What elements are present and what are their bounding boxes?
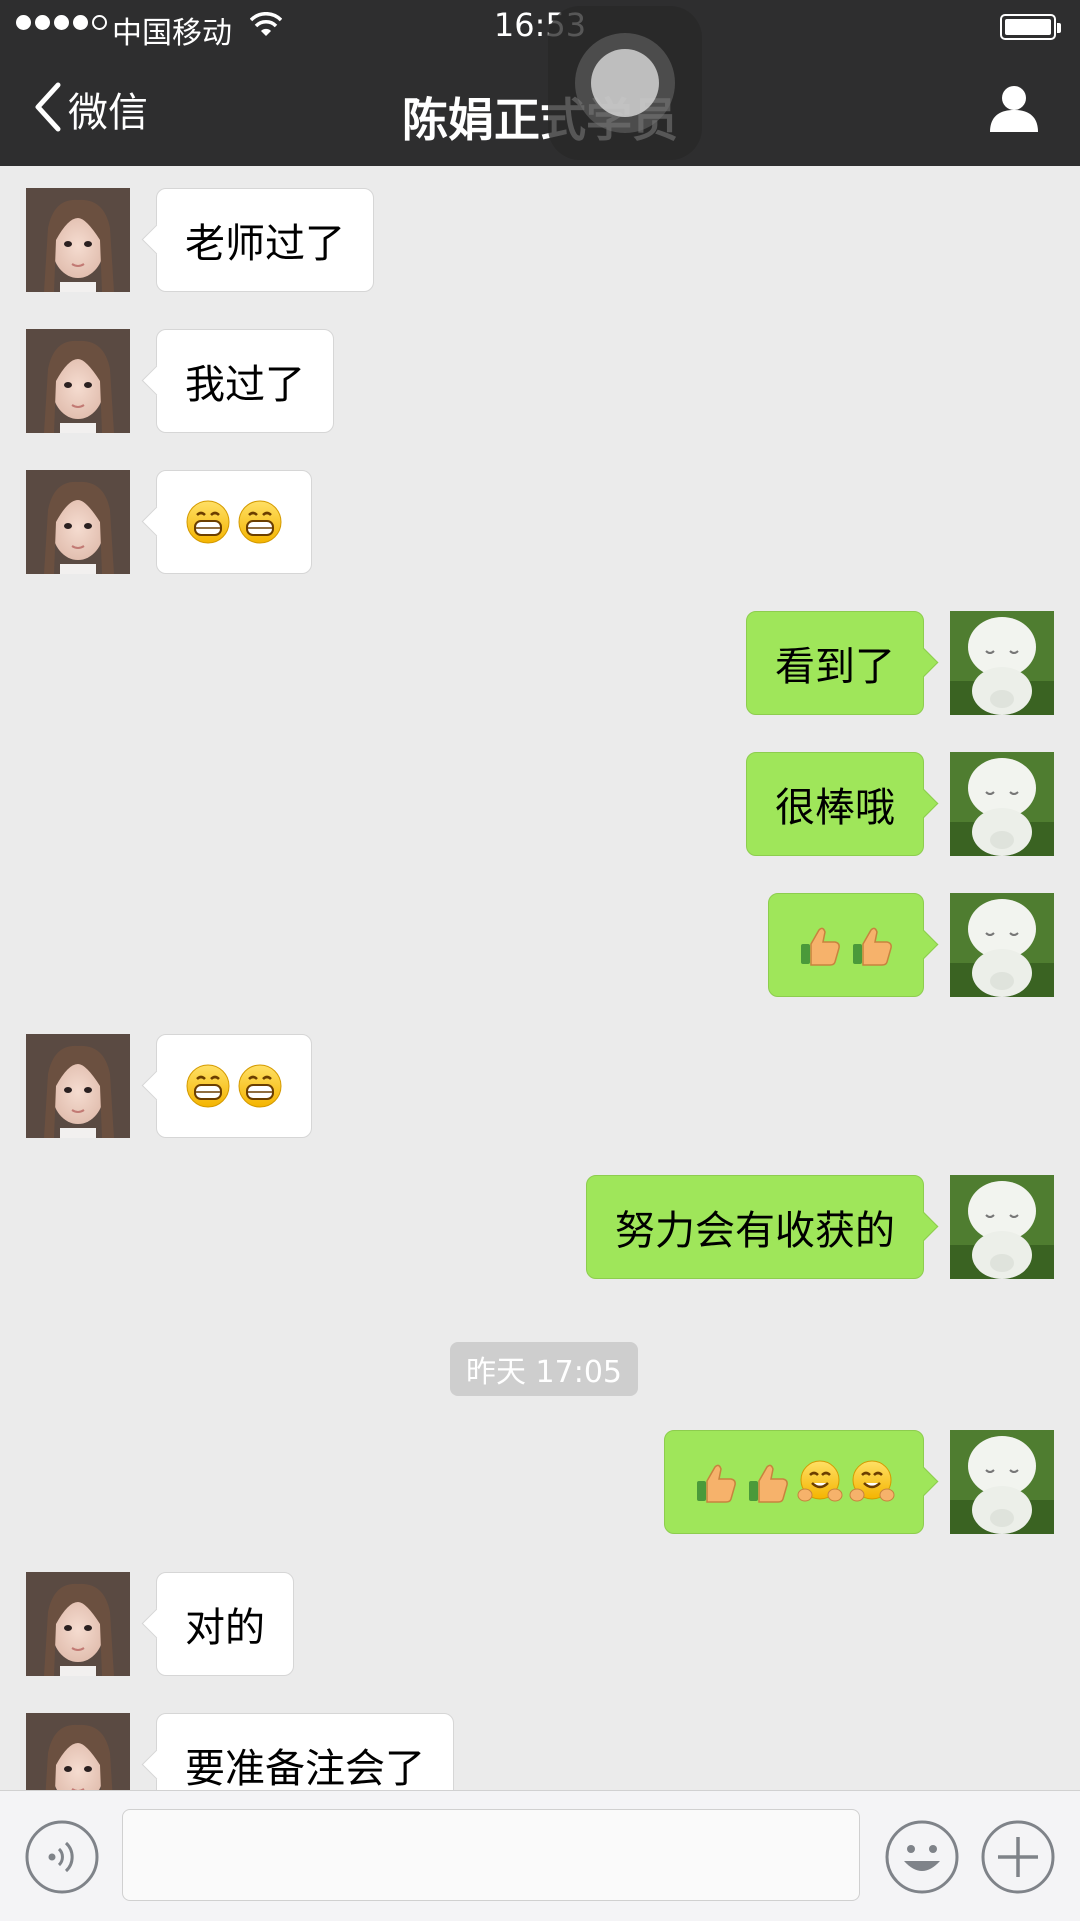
hug-emoji [797, 1460, 843, 1502]
message-row: 我过了 [0, 329, 1080, 433]
incoming-message-bubble[interactable] [156, 1034, 312, 1138]
outgoing-message-bubble[interactable]: 看到了 [746, 611, 924, 715]
message-row: 老师过了 [0, 188, 1080, 292]
outgoing-message-bubble[interactable] [768, 893, 924, 997]
voice-input-button[interactable] [24, 1819, 100, 1899]
contact-avatar[interactable] [26, 1572, 130, 1676]
message-row: 努力会有收获的 [0, 1175, 1080, 1279]
my-avatar[interactable] [950, 752, 1054, 856]
thumbs-up-emoji [853, 927, 892, 966]
outgoing-message-bubble[interactable]: 努力会有收获的 [586, 1175, 924, 1279]
contact-avatar[interactable] [26, 1034, 130, 1138]
more-options-button[interactable] [980, 1819, 1056, 1899]
person-icon [988, 86, 1040, 138]
status-bar: 中国移动 16:53 [0, 0, 1080, 54]
incoming-message-bubble[interactable]: 我过了 [156, 329, 334, 433]
my-avatar[interactable] [950, 611, 1054, 715]
grin-emoji [186, 1064, 230, 1108]
emoji-button[interactable] [884, 1819, 960, 1899]
grin-emoji [238, 1064, 282, 1108]
message-row [0, 470, 1080, 574]
message-row [0, 1034, 1080, 1138]
grin-emoji [238, 500, 282, 544]
voice-icon [25, 1820, 99, 1894]
message-row: 对的 [0, 1572, 1080, 1676]
message-timestamp: 昨天 17:05 [450, 1342, 638, 1396]
assistive-touch-button[interactable] [548, 6, 702, 160]
battery-icon [1000, 14, 1061, 40]
chat-title: 陈娟正式学员 [402, 93, 678, 147]
message-row [0, 893, 1080, 997]
message-row: 看到了 [0, 611, 1080, 715]
navigation-bar: 微信 陈娟正式学员 [0, 54, 1080, 166]
message-row: 很棒哦 [0, 752, 1080, 856]
message-row [0, 1430, 1080, 1534]
input-bar [0, 1790, 1080, 1921]
incoming-message-bubble[interactable]: 老师过了 [156, 188, 374, 292]
clock: 16:53 [493, 6, 587, 44]
incoming-message-bubble[interactable] [156, 470, 312, 574]
contact-avatar[interactable] [26, 470, 130, 574]
hug-emoji [849, 1460, 895, 1502]
outgoing-message-bubble[interactable]: 很棒哦 [746, 752, 924, 856]
contact-avatar[interactable] [26, 329, 130, 433]
grin-emoji [186, 500, 230, 544]
outgoing-message-bubble[interactable] [664, 1430, 924, 1534]
smiley-icon [885, 1820, 959, 1894]
plus-icon [981, 1820, 1055, 1894]
my-avatar[interactable] [950, 1175, 1054, 1279]
contact-info-button[interactable] [988, 82, 1040, 138]
thumbs-up-emoji [749, 1464, 788, 1503]
thumbs-up-emoji [697, 1464, 736, 1503]
contact-avatar[interactable] [26, 188, 130, 292]
message-input[interactable] [122, 1809, 860, 1901]
thumbs-up-emoji [801, 927, 840, 966]
my-avatar[interactable] [950, 1430, 1054, 1534]
incoming-message-bubble[interactable]: 对的 [156, 1572, 294, 1676]
my-avatar[interactable] [950, 893, 1054, 997]
